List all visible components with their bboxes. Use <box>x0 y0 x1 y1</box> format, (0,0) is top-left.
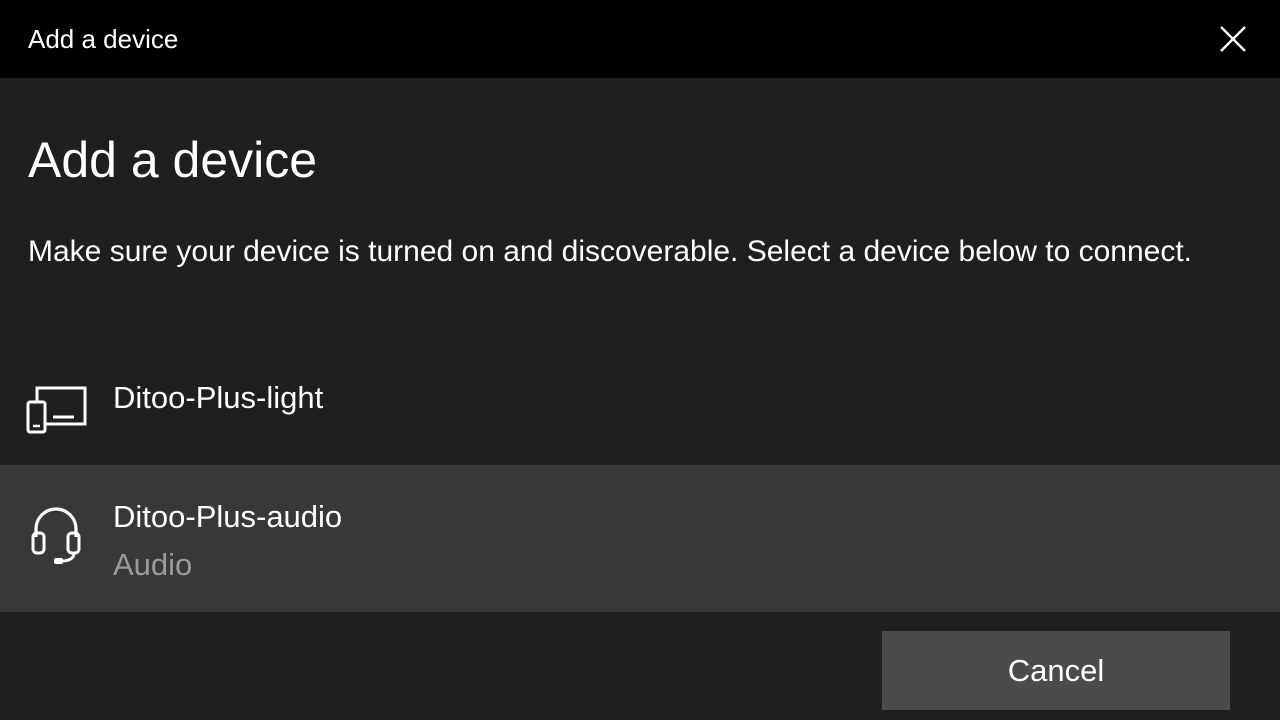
display-device-icon <box>24 380 88 441</box>
device-name: Ditoo-Plus-audio <box>113 499 343 534</box>
device-item-ditoo-plus-audio[interactable]: Ditoo-Plus-audio Audio <box>0 465 1280 612</box>
instructions-text: Make sure your device is turned on and d… <box>28 235 1192 268</box>
device-name: Ditoo-Plus-light <box>113 380 324 415</box>
page-title: Add a device <box>28 132 318 188</box>
cancel-button[interactable]: Cancel <box>882 631 1230 710</box>
close-button[interactable] <box>1208 14 1258 64</box>
device-item-ditoo-plus-light[interactable]: Ditoo-Plus-light <box>0 352 1280 464</box>
close-icon <box>1220 26 1246 52</box>
add-device-window: Add a device Add a device Make sure your… <box>0 0 1280 720</box>
headset-icon <box>24 501 88 570</box>
window-title: Add a device <box>28 24 179 54</box>
title-bar: Add a device <box>0 0 1280 78</box>
device-type-label: Audio <box>113 547 193 582</box>
